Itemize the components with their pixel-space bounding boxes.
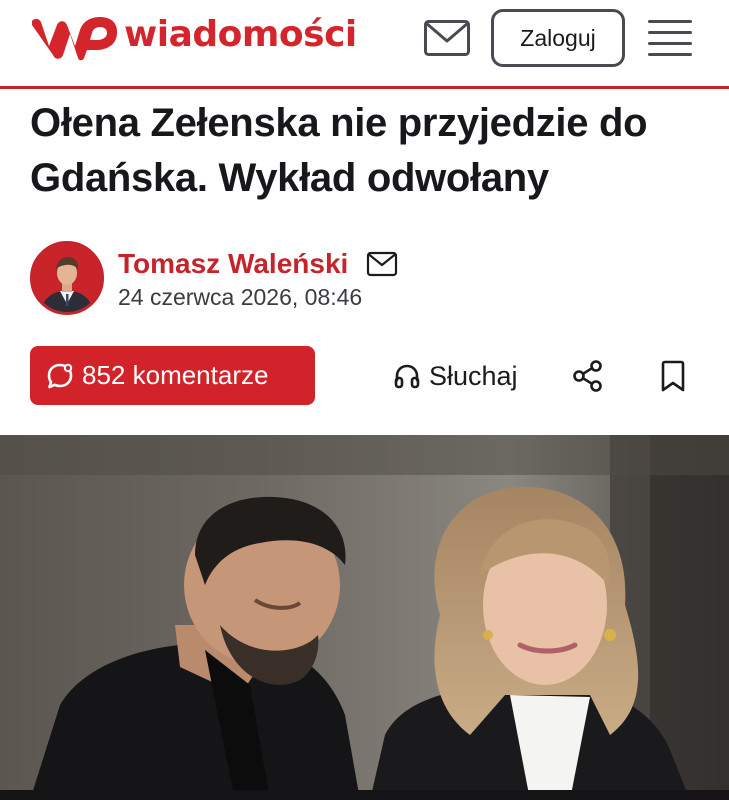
comments-label: 852 komentarze <box>82 360 269 390</box>
article-photo-illustration <box>0 435 729 800</box>
headphones-icon <box>394 364 420 389</box>
logo-text: wiadomości <box>124 14 357 55</box>
comments-button[interactable]: 852 komentarze <box>30 346 315 405</box>
comment-bubble-icon <box>47 363 73 388</box>
share-icon[interactable] <box>570 358 606 394</box>
listen-button[interactable]: Słuchaj <box>393 356 518 396</box>
publish-date: 24 czerwca 2026, 08:46 <box>118 284 363 310</box>
top-header: wiadomości Zaloguj <box>0 0 729 89</box>
article-title: Ołena Zełenska nie przyjedzie do Gdańska… <box>30 101 648 200</box>
author-name-link[interactable]: Tomasz Waleński <box>118 248 348 280</box>
author-avatar[interactable] <box>30 241 104 315</box>
listen-label: Słuchaj <box>429 360 518 391</box>
site-logo[interactable]: wiadomości <box>30 14 357 64</box>
login-button[interactable]: Zaloguj <box>491 9 625 67</box>
header-divider <box>0 86 729 89</box>
wp-logo-icon <box>32 17 118 61</box>
bookmark-icon[interactable] <box>657 358 689 394</box>
author-envelope-icon[interactable] <box>366 251 398 277</box>
envelope-icon <box>424 20 470 56</box>
author-portrait <box>33 244 101 312</box>
mail-button[interactable] <box>422 18 472 58</box>
article-photo[interactable] <box>0 435 729 800</box>
hamburger-menu-icon[interactable] <box>645 16 695 60</box>
